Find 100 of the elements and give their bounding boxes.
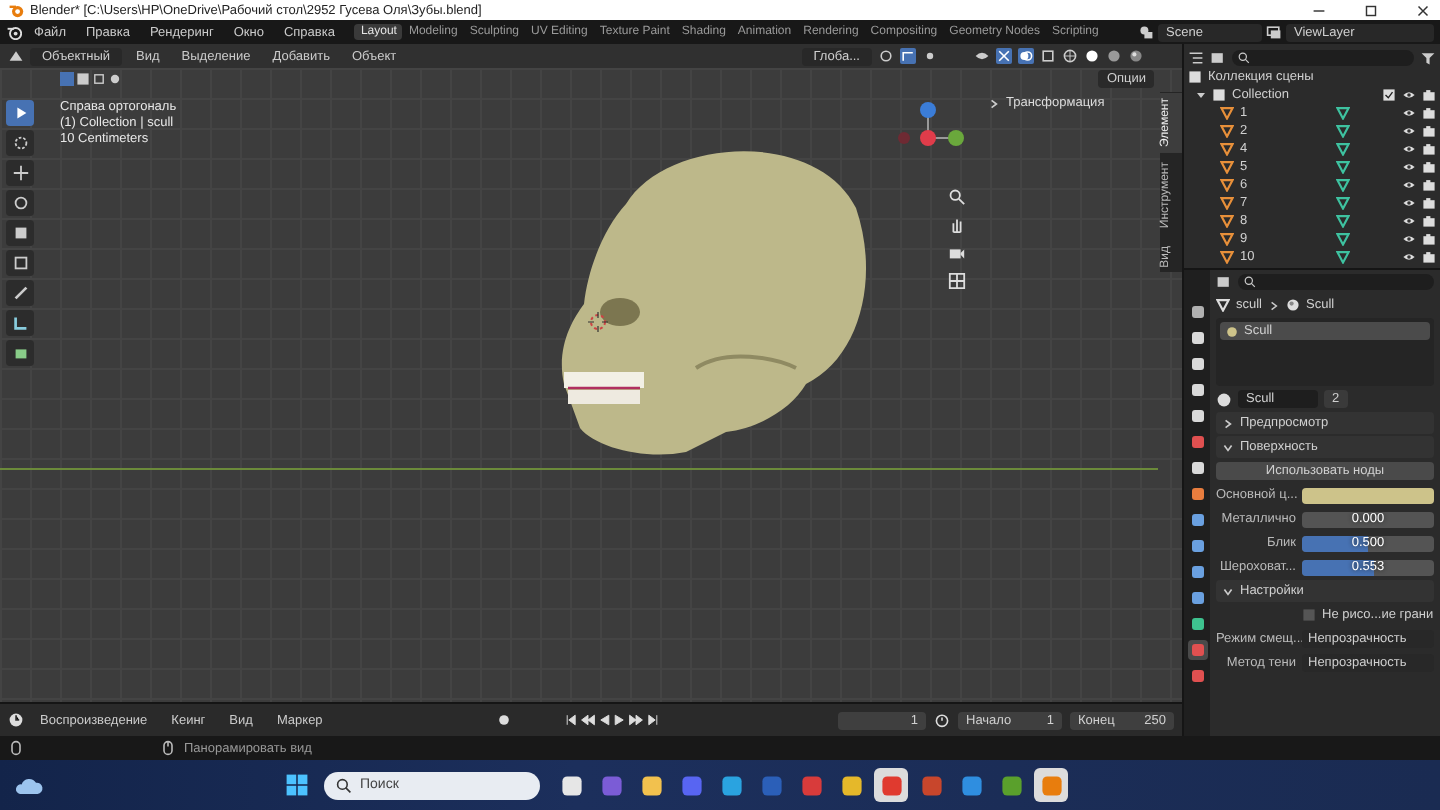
square-outline-icon bbox=[11, 254, 29, 272]
camera-icon[interactable] bbox=[1422, 160, 1436, 174]
tool-button[interactable] bbox=[6, 160, 34, 186]
camera-icon[interactable] bbox=[1422, 124, 1436, 138]
record-icon[interactable] bbox=[496, 712, 513, 728]
stopwatch-icon[interactable] bbox=[934, 712, 950, 728]
tool-button[interactable] bbox=[6, 220, 34, 246]
camera-icon[interactable] bbox=[1422, 196, 1436, 210]
property-tab-icon[interactable] bbox=[1187, 458, 1207, 478]
camera-icon[interactable] bbox=[1422, 214, 1436, 228]
property-tab-icon[interactable] bbox=[1187, 354, 1207, 374]
property-tab-icon[interactable] bbox=[1187, 302, 1207, 322]
property-tab-icon[interactable] bbox=[1187, 510, 1207, 530]
clock-icon[interactable] bbox=[8, 712, 24, 728]
gizmo-icon[interactable] bbox=[996, 48, 1012, 64]
wireframe-sphere-icon[interactable] bbox=[1062, 48, 1078, 64]
camera-icon[interactable] bbox=[948, 244, 966, 262]
color-swatch[interactable] bbox=[1302, 487, 1434, 503]
cursor-arrow-icon bbox=[11, 104, 29, 122]
camera-icon[interactable] bbox=[1422, 232, 1436, 246]
overlay-icon[interactable] bbox=[1018, 48, 1034, 64]
display-mode-icon[interactable] bbox=[1210, 49, 1226, 65]
zoom-icon[interactable] bbox=[948, 188, 966, 206]
search-icon bbox=[1238, 51, 1250, 63]
cloud-icon[interactable] bbox=[12, 775, 44, 795]
eye-icon[interactable] bbox=[1402, 250, 1416, 264]
camera-icon[interactable] bbox=[1422, 250, 1436, 264]
property-tab-icon[interactable] bbox=[1187, 536, 1207, 556]
search-icon bbox=[336, 777, 352, 793]
search-field[interactable] bbox=[1238, 274, 1434, 290]
eye-icon[interactable] bbox=[1402, 88, 1416, 102]
dashed-circle-icon bbox=[11, 134, 29, 152]
taskbar-app-icon[interactable] bbox=[1034, 768, 1068, 802]
tool-button[interactable] bbox=[6, 280, 34, 306]
chevron-icon bbox=[1268, 299, 1281, 311]
triangle-icon bbox=[1216, 298, 1230, 312]
camera-icon[interactable] bbox=[1422, 106, 1436, 120]
rendered-sphere-icon[interactable] bbox=[1128, 48, 1144, 64]
mouse-icon bbox=[8, 740, 24, 756]
start-icon[interactable] bbox=[284, 772, 310, 798]
camera-icon[interactable] bbox=[1422, 88, 1436, 102]
maximize-icon[interactable] bbox=[1362, 1, 1380, 19]
property-tab-icon[interactable] bbox=[1187, 484, 1207, 504]
eye-icon[interactable] bbox=[1402, 142, 1416, 156]
property-tab-icon[interactable] bbox=[1187, 614, 1207, 634]
property-tab-icon[interactable] bbox=[1187, 588, 1207, 608]
editor-type-icon[interactable] bbox=[1216, 274, 1232, 290]
tool-button[interactable] bbox=[6, 310, 34, 336]
close-icon[interactable] bbox=[1414, 1, 1432, 19]
eye-icon[interactable] bbox=[1402, 106, 1416, 120]
camera-icon[interactable] bbox=[1422, 142, 1436, 156]
sphere-icon bbox=[1226, 325, 1238, 337]
property-tab-icon[interactable] bbox=[1187, 380, 1207, 400]
blender-logo-icon[interactable] bbox=[6, 24, 22, 40]
mouse-icon bbox=[160, 740, 176, 756]
circle-icon bbox=[11, 194, 29, 212]
eye-icon[interactable] bbox=[1402, 124, 1416, 138]
cube-icon bbox=[11, 344, 29, 362]
3d-cursor-icon[interactable] bbox=[588, 312, 608, 332]
tool-button[interactable] bbox=[6, 250, 34, 276]
expand-arrow-icon[interactable] bbox=[1196, 90, 1206, 100]
grid-icon[interactable] bbox=[948, 272, 966, 290]
search-icon bbox=[1244, 276, 1256, 288]
editor-type-icon[interactable] bbox=[8, 48, 24, 64]
pen-line-icon bbox=[11, 284, 29, 302]
sphere-icon[interactable] bbox=[1216, 391, 1232, 407]
tool-button[interactable] bbox=[6, 190, 34, 216]
sphere-icon bbox=[1286, 298, 1301, 312]
visibility-icon[interactable] bbox=[974, 48, 990, 64]
xray-icon[interactable] bbox=[1040, 48, 1056, 64]
eye-icon[interactable] bbox=[1402, 214, 1416, 228]
property-tab-icon[interactable] bbox=[1187, 562, 1207, 582]
proportional-icon[interactable] bbox=[922, 48, 938, 64]
cross-icon bbox=[11, 164, 29, 182]
snap-icon[interactable] bbox=[900, 48, 916, 64]
hand-icon[interactable] bbox=[948, 216, 966, 234]
tool-button[interactable] bbox=[6, 100, 34, 126]
solid-sphere-icon[interactable] bbox=[1084, 48, 1100, 64]
checkbox[interactable] bbox=[1302, 608, 1316, 622]
square-icon bbox=[11, 224, 29, 242]
ruler-icon bbox=[11, 314, 29, 332]
property-tab-icon[interactable] bbox=[1187, 406, 1207, 426]
camera-icon[interactable] bbox=[1422, 178, 1436, 192]
search-field[interactable] bbox=[1232, 49, 1414, 65]
pivot-icon[interactable] bbox=[878, 48, 894, 64]
outliner-icon[interactable] bbox=[1188, 49, 1204, 65]
tool-button[interactable] bbox=[6, 130, 34, 156]
layers-icon[interactable] bbox=[1266, 24, 1282, 40]
scene-icon[interactable] bbox=[1138, 24, 1154, 40]
material-sphere-icon[interactable] bbox=[1106, 48, 1122, 64]
eye-icon[interactable] bbox=[1402, 160, 1416, 174]
eye-icon[interactable] bbox=[1402, 196, 1416, 210]
eye-icon[interactable] bbox=[1402, 232, 1416, 246]
taskbar-app-icon[interactable] bbox=[874, 768, 908, 802]
filter-icon[interactable] bbox=[1420, 49, 1436, 65]
property-tab-icon[interactable] bbox=[1187, 328, 1207, 348]
eye-icon[interactable] bbox=[1402, 178, 1416, 192]
chevron-icon bbox=[988, 97, 1000, 109]
checkbox[interactable] bbox=[1382, 88, 1396, 102]
tool-button[interactable] bbox=[6, 340, 34, 366]
